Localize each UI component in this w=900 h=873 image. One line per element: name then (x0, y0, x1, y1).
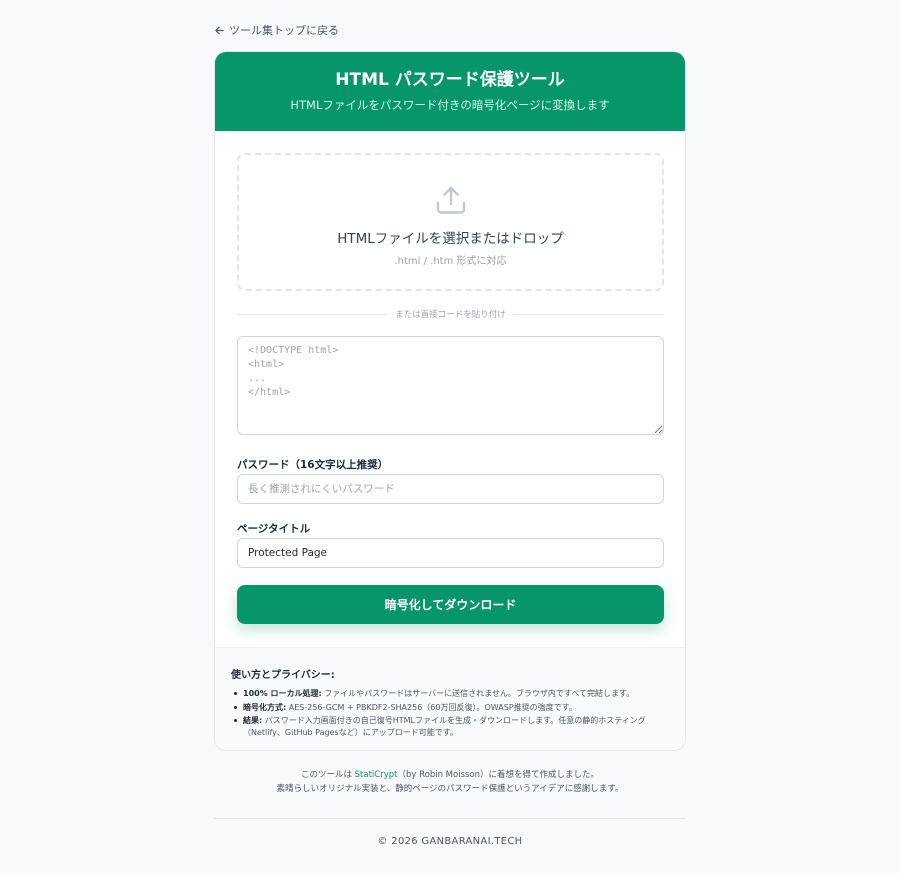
info-item-strong: 暗号化方式: (243, 702, 287, 712)
info-heading: 使い方とプライバシー: (231, 670, 335, 681)
credit-prefix: このツールは (300, 770, 355, 780)
back-link-label: ツール集トップに戻る (229, 24, 339, 37)
page-title: HTML パスワード保護ツール (335, 70, 565, 90)
page-title-input[interactable] (237, 538, 664, 568)
dropzone-title: HTMLファイルを選択またはドロップ (337, 231, 564, 247)
footer-divider (214, 818, 686, 819)
credit-line-1: このツールは StatiCrypt（by Robin Moisson）に着想を得… (0, 768, 900, 782)
password-label: パスワード（16文字以上推奨） (237, 459, 389, 471)
info-item-text: ファイルやパスワードはサーバーに送信されません。ブラウザ内ですべて完結します。 (321, 689, 635, 698)
header: HTML パスワード保護ツール HTMLファイルをパスワード付きの暗号化ページに… (215, 52, 685, 131)
staticrypt-link[interactable]: StatiCrypt (355, 770, 398, 780)
divider-line-right (513, 313, 665, 315)
dropzone-subtitle: .html / .htm 形式に対応 (394, 256, 507, 267)
arrow-left-icon (215, 26, 224, 34)
info-item-strong: 100% ローカル処理: (243, 689, 322, 698)
password-input[interactable] (237, 474, 664, 504)
info-item-text: パスワード入力画面付きの自己復号HTMLファイルを生成・ダウンロードします。任意… (243, 716, 646, 737)
credit-text: このツールは StatiCrypt（by Robin Moisson）に着想を得… (0, 768, 900, 796)
page-title-label: ページタイトル (237, 523, 311, 535)
credit-line-2: 素晴らしいオリジナル実装と、静的ページのパスワード保護というアイデアに感謝します… (276, 784, 624, 794)
info-item: 暗号化方式: AES-256-GCM + PBKDF2-SHA256（60万回反… (231, 702, 671, 714)
main-card: HTML パスワード保護ツール HTMLファイルをパスワード付きの暗号化ページに… (214, 51, 686, 751)
file-dropzone[interactable]: HTMLファイルを選択またはドロップ .html / .htm 形式に対応 (237, 153, 664, 291)
info-item-strong: 結果: (243, 716, 263, 725)
info-list: 100% ローカル処理: ファイルやパスワードはサーバーに送信されません。ブラウ… (231, 688, 671, 738)
credit-suffix: （by Robin Moisson）に着想を得て作成しました。 (397, 770, 600, 780)
info-item: 結果: パスワード入力画面付きの自己復号HTMLファイルを生成・ダウンロードしま… (231, 715, 671, 738)
divider-line-left (237, 313, 388, 315)
divider-label: または直接コードを貼り付け (395, 310, 506, 320)
back-link[interactable]: ツール集トップに戻る (214, 22, 339, 38)
code-textarea[interactable] (237, 336, 664, 435)
or-divider: または直接コードを貼り付け (237, 307, 665, 321)
copyright: © 2026 GANBARANAI.TECH (377, 836, 523, 847)
info-item-text: AES-256-GCM + PBKDF2-SHA256（60万回反復）。OWAS… (286, 702, 577, 712)
page-subtitle: HTMLファイルをパスワード付きの暗号化ページに変換します (290, 98, 610, 112)
info-panel: 使い方とプライバシー: 100% ローカル処理: ファイルやパスワードはサーバー… (215, 647, 685, 750)
info-item: 100% ローカル処理: ファイルやパスワードはサーバーに送信されません。ブラウ… (231, 688, 671, 700)
upload-icon (436, 186, 465, 214)
encrypt-download-button[interactable]: 暗号化してダウンロード (237, 585, 664, 624)
